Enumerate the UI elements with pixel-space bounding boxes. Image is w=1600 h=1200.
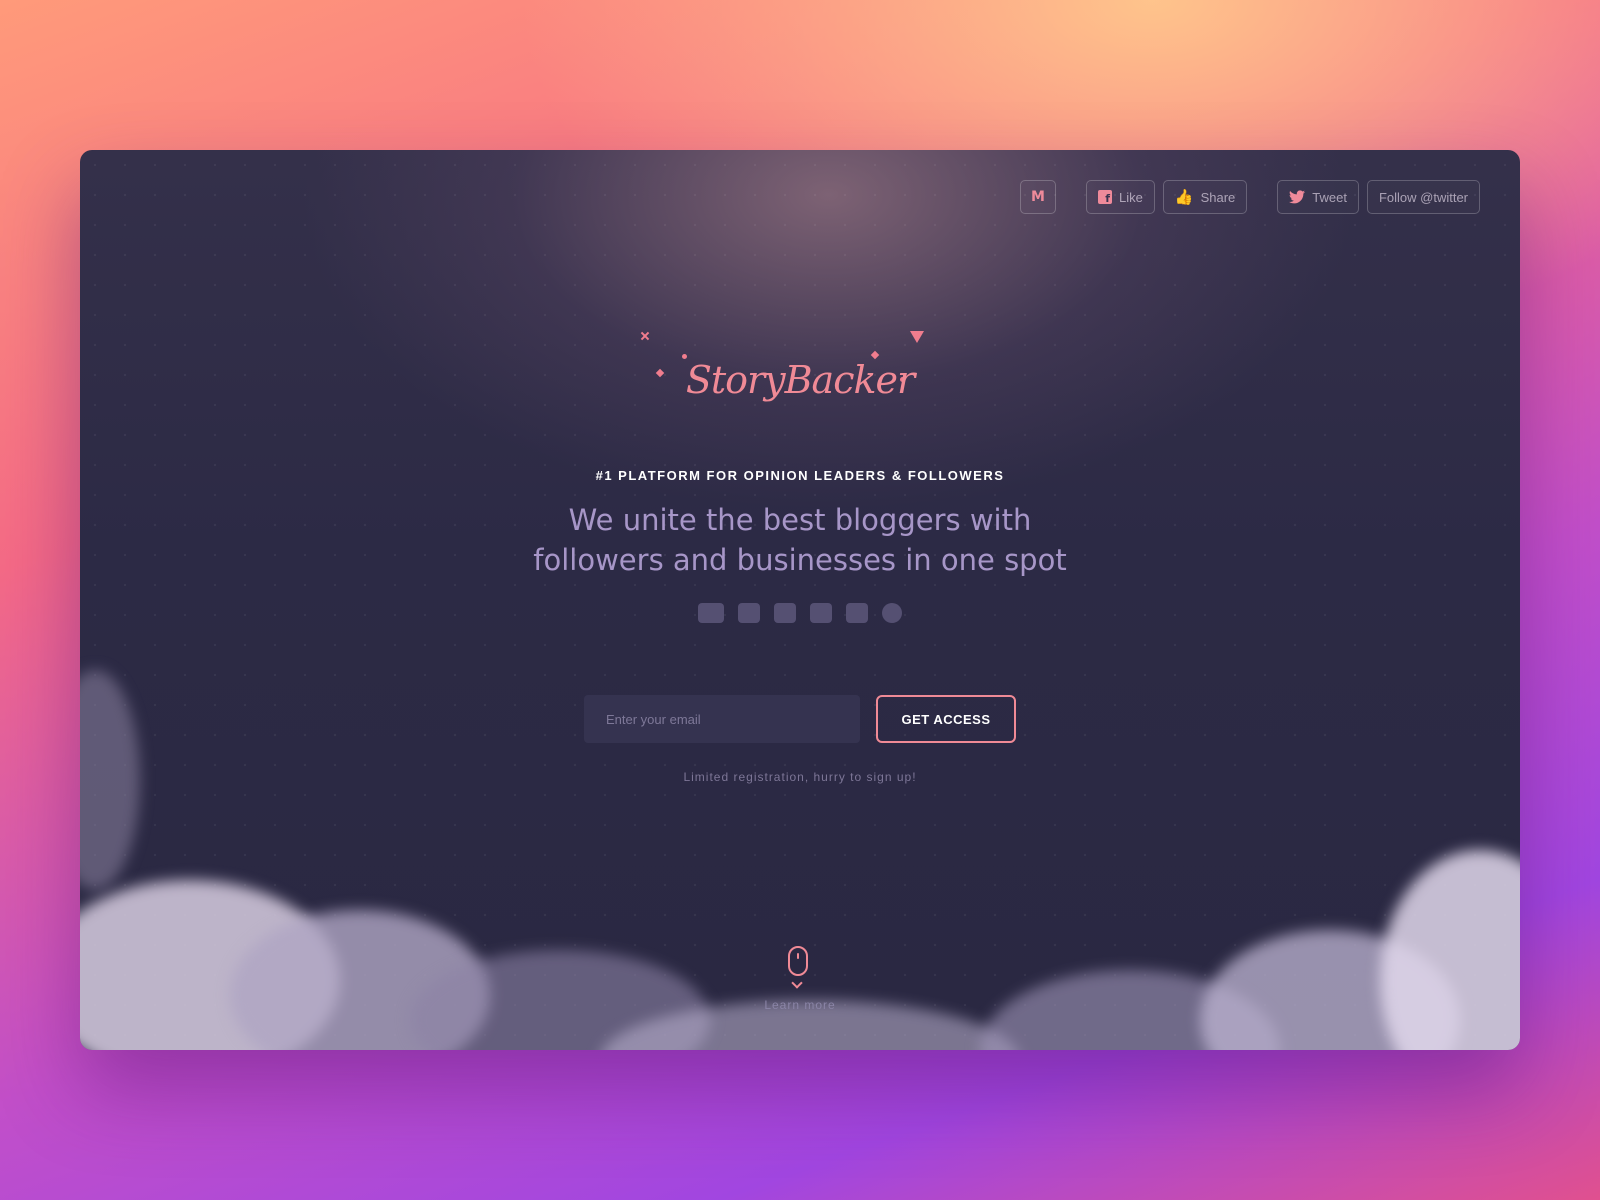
get-access-button[interactable]: GET ACCESS (876, 695, 1016, 743)
facebook-like-button[interactable]: Like (1086, 180, 1155, 214)
triangle-confetti (910, 331, 924, 343)
follow-twitter-button[interactable]: Follow @twitter (1366, 180, 1480, 214)
facebook-icon (774, 603, 796, 623)
facebook-share-button[interactable]: 👍 Share (1162, 180, 1248, 214)
headline-line-2: followers and businesses in one spot (533, 543, 1067, 577)
headline: We unite the best bloggers with follower… (80, 500, 1520, 580)
like-label: Like (1119, 189, 1143, 205)
signup-form: GET ACCESS (80, 695, 1520, 743)
landing-card: M Like 👍 Share Tweet Follow @twitter (80, 150, 1520, 1050)
wordpress-icon (882, 603, 902, 623)
logo-wordmark: StoryBacker (685, 358, 915, 402)
headline-line-1: We unite the best bloggers with (568, 503, 1032, 537)
tweet-label: Tweet (1312, 189, 1347, 205)
medium-button[interactable]: M (1020, 180, 1057, 214)
instagram-icon (846, 603, 868, 623)
youtube-icon (698, 603, 724, 623)
tweet-button[interactable]: Tweet (1277, 180, 1359, 214)
logo: StoryBacker (630, 320, 970, 440)
platform-icons (80, 603, 1520, 623)
mouse-icon (788, 946, 808, 976)
medium-icon: M (1031, 189, 1045, 205)
email-input[interactable] (584, 695, 860, 743)
social-toolbar: M Like 👍 Share Tweet Follow @twitter (1020, 180, 1480, 214)
thumbs-up-icon: 👍 (1174, 189, 1194, 206)
follow-label: Follow @twitter (1378, 189, 1468, 205)
registration-note: Limited registration, hurry to sign up! (683, 770, 917, 784)
learn-more-label[interactable]: Learn more (80, 998, 1520, 1012)
medium-icon (810, 603, 832, 623)
share-label: Share (1200, 189, 1236, 205)
twitter-icon (1289, 190, 1306, 204)
tagline-kicker: #1 PLATFORM FOR OPINION LEADERS & FOLLOW… (595, 468, 1005, 483)
facebook-icon (1098, 190, 1113, 205)
twitter-icon (738, 603, 760, 623)
